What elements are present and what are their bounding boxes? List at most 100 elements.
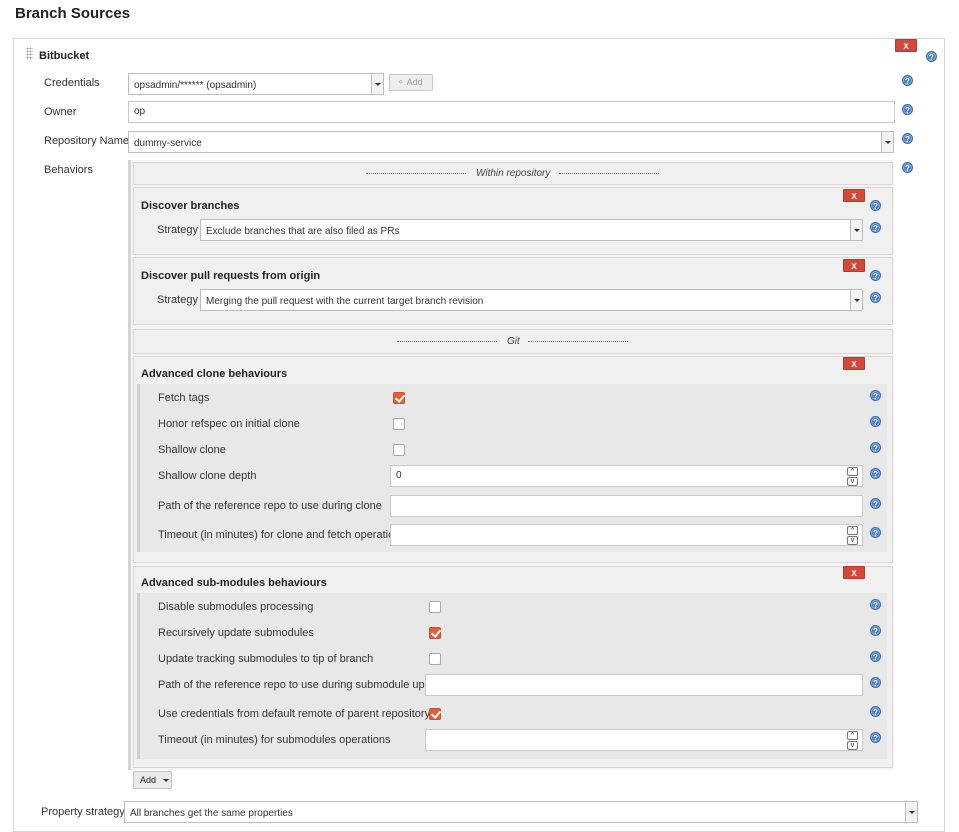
number-stepper[interactable]: ^ v xyxy=(847,467,858,486)
drag-handle-icon[interactable] xyxy=(26,47,33,60)
use-credentials-checkbox[interactable] xyxy=(429,708,441,720)
behaviors-label: Behaviors xyxy=(44,164,93,176)
help-icon[interactable]: ? xyxy=(870,390,881,401)
divider-line xyxy=(397,341,497,342)
branch-strategy-select[interactable]: Exclude branches that are also filed as … xyxy=(200,219,863,241)
property-strategy-select[interactable]: All branches get the same properties xyxy=(124,801,918,823)
submodule-reference-input[interactable] xyxy=(425,674,863,696)
help-icon[interactable]: ? xyxy=(870,416,881,427)
reference-repo-label: Path of the reference repo to use during… xyxy=(158,500,382,512)
delete-advanced-clone-button[interactable]: X xyxy=(843,357,865,370)
advanced-submodules-title: Advanced sub-modules behaviours xyxy=(141,577,327,589)
use-credentials-label: Use credentials from default remote of p… xyxy=(158,708,431,720)
chevron-down-icon xyxy=(850,290,862,310)
submodule-timeout-label: Timeout (in minutes) for submodules oper… xyxy=(158,734,391,746)
delete-source-button[interactable]: X xyxy=(895,39,917,52)
chevron-down-icon xyxy=(905,802,917,822)
pr-strategy-value: Merging the pull request with the curren… xyxy=(206,296,484,307)
help-icon[interactable]: ? xyxy=(870,677,881,688)
shallow-depth-value: 0 xyxy=(396,470,402,481)
branch-strategy-value: Exclude branches that are also filed as … xyxy=(206,226,400,237)
stepper-up-icon[interactable]: ^ xyxy=(847,526,858,535)
shallow-clone-label: Shallow clone xyxy=(158,444,226,456)
shallow-depth-label: Shallow clone depth xyxy=(158,470,257,482)
stepper-down-icon[interactable]: v xyxy=(847,741,858,750)
delete-advanced-submodules-button[interactable]: X xyxy=(843,566,865,579)
disable-submodules-checkbox[interactable] xyxy=(429,601,441,613)
help-icon[interactable]: ? xyxy=(902,104,913,115)
help-icon[interactable]: ? xyxy=(870,599,881,610)
divider-line xyxy=(366,173,466,174)
add-behavior-button[interactable]: Add xyxy=(133,771,172,789)
help-icon[interactable]: ? xyxy=(870,732,881,743)
git-label: Git xyxy=(507,336,520,347)
help-icon[interactable]: ? xyxy=(870,651,881,662)
delete-discover-prs-button[interactable]: X xyxy=(843,259,865,272)
help-icon[interactable]: ? xyxy=(902,75,913,86)
divider-line xyxy=(559,173,659,174)
help-icon[interactable]: ? xyxy=(870,625,881,636)
add-credentials-label: Add xyxy=(406,77,423,87)
credentials-value: opsadmin/****** (opsadmin) xyxy=(134,80,257,91)
help-icon[interactable]: ? xyxy=(870,527,881,538)
honor-refspec-label: Honor refspec on initial clone xyxy=(158,418,300,430)
credentials-select[interactable]: opsadmin/****** (opsadmin) xyxy=(128,73,384,95)
page-title: Branch Sources xyxy=(15,5,131,22)
repository-select[interactable]: dummy-service xyxy=(128,131,894,153)
delete-discover-branches-button[interactable]: X xyxy=(843,189,865,202)
number-stepper[interactable]: ^ v xyxy=(847,526,858,545)
property-strategy-value: All branches get the same properties xyxy=(130,808,293,819)
recursive-submodules-checkbox[interactable] xyxy=(429,627,441,639)
number-stepper[interactable]: ^ v xyxy=(847,731,858,750)
clone-timeout-input[interactable]: ^ v xyxy=(390,524,863,546)
tracking-submodules-label: Update tracking submodules to tip of bra… xyxy=(158,653,374,665)
repository-label: Repository Name xyxy=(44,135,129,147)
stepper-up-icon[interactable]: ^ xyxy=(847,467,858,476)
clone-timeout-label: Timeout (in minutes) for clone and fetch… xyxy=(158,529,406,541)
discover-prs-title: Discover pull requests from origin xyxy=(141,270,321,282)
honor-refspec-checkbox[interactable] xyxy=(393,418,405,430)
key-icon: ⚬ xyxy=(397,77,405,87)
stepper-down-icon[interactable]: v xyxy=(847,477,858,486)
add-credentials-button[interactable]: ⚬ Add xyxy=(389,74,433,91)
chevron-down-icon xyxy=(850,220,862,240)
help-icon[interactable]: ? xyxy=(870,706,881,717)
help-icon[interactable]: ? xyxy=(870,468,881,479)
stepper-down-icon[interactable]: v xyxy=(847,536,858,545)
help-icon[interactable]: ? xyxy=(870,222,881,233)
discover-branches-title: Discover branches xyxy=(141,200,240,212)
divider-line xyxy=(528,341,628,342)
recursive-submodules-label: Recursively update submodules xyxy=(158,627,314,639)
chevron-down-icon xyxy=(371,74,383,94)
submodule-timeout-input[interactable]: ^ v xyxy=(425,729,863,751)
source-name: Bitbucket xyxy=(39,50,90,62)
property-strategy-label: Property strategy xyxy=(41,806,125,818)
owner-input[interactable]: op xyxy=(128,101,895,123)
chevron-down-icon xyxy=(881,132,893,152)
within-repository-label: Within repository xyxy=(476,168,551,179)
help-icon[interactable]: ? xyxy=(870,498,881,509)
help-icon[interactable]: ? xyxy=(870,200,881,211)
owner-label: Owner xyxy=(44,106,77,118)
strategy-label: Strategy xyxy=(157,294,198,306)
help-icon[interactable]: ? xyxy=(902,133,913,144)
disable-submodules-label: Disable submodules processing xyxy=(158,601,314,613)
shallow-depth-input[interactable]: 0 ^ v xyxy=(390,465,863,487)
help-icon[interactable]: ? xyxy=(902,162,913,173)
advanced-clone-title: Advanced clone behaviours xyxy=(141,368,288,380)
tracking-submodules-checkbox[interactable] xyxy=(429,653,441,665)
fetch-tags-label: Fetch tags xyxy=(158,392,210,404)
reference-repo-input[interactable] xyxy=(390,495,863,517)
help-icon[interactable]: ? xyxy=(870,292,881,303)
help-icon[interactable]: ? xyxy=(870,442,881,453)
strategy-label: Strategy xyxy=(157,224,198,236)
credentials-label: Credentials xyxy=(44,77,100,89)
help-icon[interactable]: ? xyxy=(926,51,937,62)
shallow-clone-checkbox[interactable] xyxy=(393,444,405,456)
fetch-tags-checkbox[interactable] xyxy=(393,392,405,404)
submodule-reference-label: Path of the reference repo to use during… xyxy=(158,679,447,691)
help-icon[interactable]: ? xyxy=(870,270,881,281)
repository-value: dummy-service xyxy=(134,138,202,149)
stepper-up-icon[interactable]: ^ xyxy=(847,731,858,740)
pr-strategy-select[interactable]: Merging the pull request with the curren… xyxy=(200,289,863,311)
